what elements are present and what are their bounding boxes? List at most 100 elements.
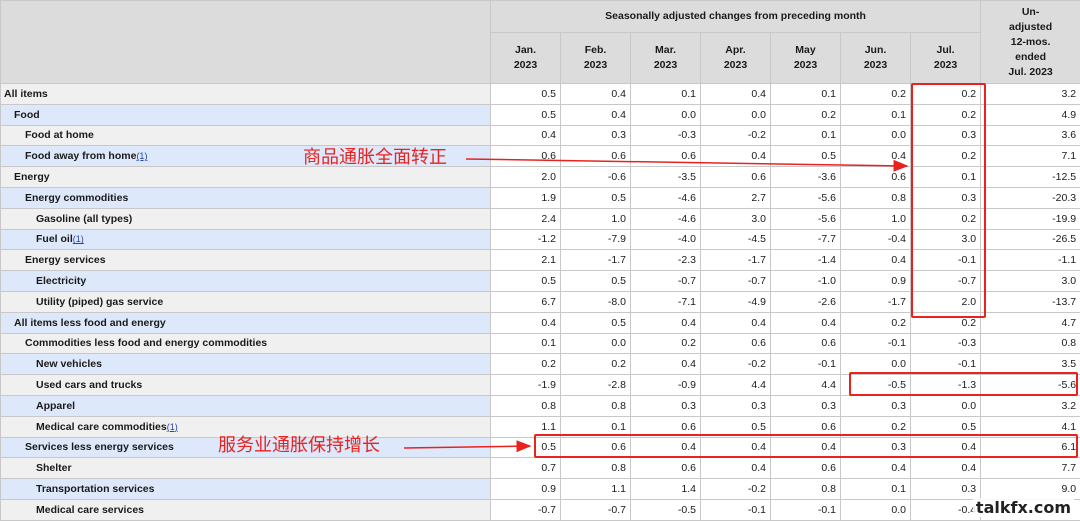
value-cell: 0.4 (771, 312, 841, 333)
value-cell: 0.9 (841, 271, 911, 292)
value-cell: 0.4 (561, 104, 631, 125)
table-row: Energy2.0-0.6-3.50.6-3.60.60.1-12.5 (1, 167, 1080, 188)
value-cell: 2.0 (911, 291, 981, 312)
value-cell: -7.1 (631, 291, 701, 312)
value-cell: 1.1 (561, 479, 631, 500)
value-cell: 0.8 (771, 479, 841, 500)
value-cell: -0.7 (561, 499, 631, 520)
value-cell: 0.4 (841, 250, 911, 271)
row-label: Shelter (1, 458, 491, 479)
table-row: Electricity0.50.5-0.7-0.7-1.00.9-0.73.0 (1, 271, 1080, 292)
table-row: Fuel oil(1)-1.2-7.9-4.0-4.5-7.7-0.43.0-2… (1, 229, 1080, 250)
value-cell: 0.0 (911, 395, 981, 416)
watermark-logo: talkfx.com (973, 498, 1074, 517)
value-cell: 4.4 (701, 375, 771, 396)
value-cell: 0.5 (771, 146, 841, 167)
value-cell: 0.1 (911, 167, 981, 188)
value-cell: 0.0 (631, 104, 701, 125)
header-month: May2023 (771, 33, 841, 84)
value-cell: 1.9 (491, 187, 561, 208)
value-cell: -0.2 (701, 479, 771, 500)
header-month: Jan.2023 (491, 33, 561, 84)
value-cell: 0.6 (841, 167, 911, 188)
row-label-text: Commodities less food and energy commodi… (25, 337, 267, 349)
value-cell: 1.0 (841, 208, 911, 229)
row-label: Food (1, 104, 491, 125)
value-cell: 0.1 (841, 104, 911, 125)
value-cell: -0.1 (771, 499, 841, 520)
footnote-link[interactable]: (1) (167, 422, 178, 432)
value-cell: -5.6 (981, 375, 1080, 396)
value-cell: 0.0 (841, 125, 911, 146)
value-cell: 0.4 (491, 125, 561, 146)
row-label: Gasoline (all types) (1, 208, 491, 229)
header-unadjusted: Un- adjusted 12-mos. ended Jul. 2023 (981, 1, 1080, 84)
value-cell: 0.2 (631, 333, 701, 354)
value-cell: 7.1 (981, 146, 1080, 167)
table-row: Commodities less food and energy commodi… (1, 333, 1080, 354)
value-cell: 0.0 (841, 354, 911, 375)
table-row: Food at home0.40.3-0.3-0.20.10.00.33.6 (1, 125, 1080, 146)
row-label-text: All items (4, 88, 48, 100)
value-cell: 0.6 (771, 333, 841, 354)
row-label-text: Medical care commodities (36, 421, 167, 433)
row-label: All items (1, 84, 491, 105)
value-cell: -12.5 (981, 167, 1080, 188)
value-cell: -8.0 (561, 291, 631, 312)
value-cell: 0.6 (771, 416, 841, 437)
table-body: All items0.50.40.10.40.10.20.23.2Food0.5… (1, 84, 1080, 521)
value-cell: 0.4 (841, 458, 911, 479)
value-cell: 0.3 (841, 395, 911, 416)
value-cell: 0.0 (841, 499, 911, 520)
value-cell: 0.2 (491, 354, 561, 375)
value-cell: 0.6 (491, 146, 561, 167)
value-cell: 0.2 (841, 416, 911, 437)
value-cell: 0.2 (561, 354, 631, 375)
value-cell: -13.7 (981, 291, 1080, 312)
header-month: Apr.2023 (701, 33, 771, 84)
value-cell: 0.5 (561, 187, 631, 208)
table-row: Medical care services-0.7-0.7-0.5-0.1-0.… (1, 499, 1080, 520)
value-cell: 0.6 (561, 146, 631, 167)
value-cell: 6.1 (981, 437, 1080, 458)
row-label-text: Apparel (36, 400, 75, 412)
value-cell: 0.2 (911, 146, 981, 167)
value-cell: -2.3 (631, 250, 701, 271)
table-row: Transportation services0.91.11.4-0.20.80… (1, 479, 1080, 500)
value-cell: 0.4 (491, 312, 561, 333)
footnote-link[interactable]: (1) (73, 234, 84, 244)
value-cell: 3.0 (911, 229, 981, 250)
value-cell: 0.8 (981, 333, 1080, 354)
value-cell: -4.6 (631, 187, 701, 208)
value-cell: 0.4 (701, 437, 771, 458)
value-cell: 0.6 (631, 146, 701, 167)
cpi-table: Seasonally adjusted changes from precedi… (0, 0, 1080, 521)
value-cell: -0.3 (911, 333, 981, 354)
table-row: New vehicles0.20.20.4-0.2-0.10.0-0.13.5 (1, 354, 1080, 375)
row-label-text: Medical care services (36, 504, 144, 516)
value-cell: 0.1 (561, 416, 631, 437)
value-cell: 6.7 (491, 291, 561, 312)
value-cell: -7.7 (771, 229, 841, 250)
value-cell: 0.4 (911, 437, 981, 458)
value-cell: 4.9 (981, 104, 1080, 125)
value-cell: 0.8 (561, 395, 631, 416)
value-cell: -19.9 (981, 208, 1080, 229)
value-cell: 0.8 (561, 458, 631, 479)
value-cell: 0.4 (631, 437, 701, 458)
row-label: Used cars and trucks (1, 375, 491, 396)
row-label-text: Food (14, 109, 40, 121)
value-cell: 0.4 (701, 458, 771, 479)
value-cell: 0.4 (631, 312, 701, 333)
value-cell: -0.7 (631, 271, 701, 292)
value-cell: 2.4 (491, 208, 561, 229)
value-cell: 0.3 (701, 395, 771, 416)
row-label-text: New vehicles (36, 358, 102, 370)
value-cell: -0.7 (701, 271, 771, 292)
value-cell: 0.1 (631, 84, 701, 105)
value-cell: 0.3 (911, 479, 981, 500)
value-cell: -7.9 (561, 229, 631, 250)
value-cell: -0.1 (771, 354, 841, 375)
value-cell: -0.1 (911, 354, 981, 375)
footnote-link[interactable]: (1) (136, 151, 147, 161)
